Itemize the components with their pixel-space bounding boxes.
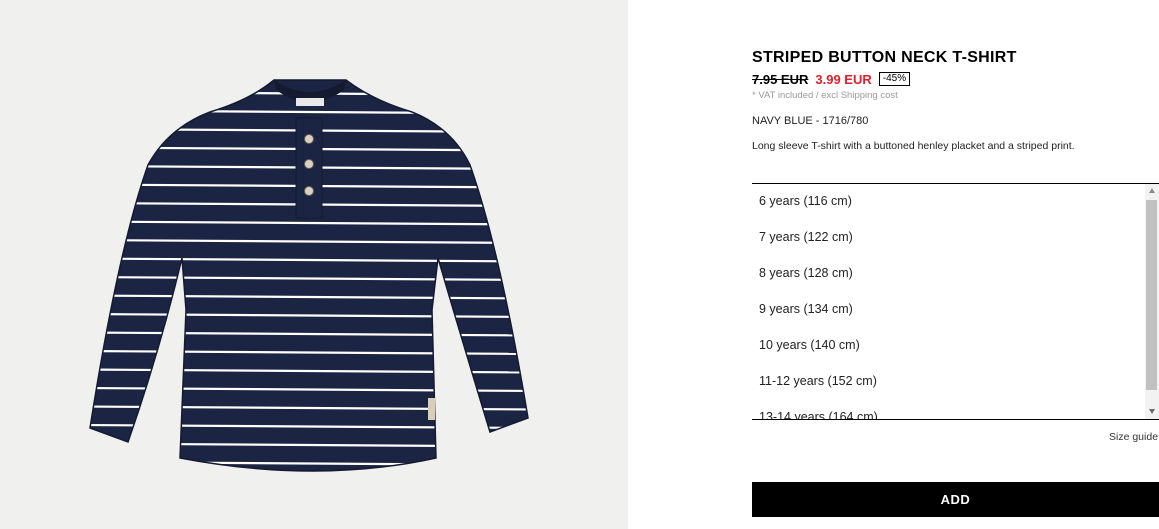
size-option[interactable]: 13-14 years (164 cm) [759,410,878,419]
color-reference: NAVY BLUE - 1716/780 [752,115,869,127]
size-list-scrollbar[interactable] [1145,184,1159,419]
stripe [90,423,528,430]
scroll-thumb[interactable] [1146,200,1157,390]
label-tag-icon [428,398,435,420]
scroll-up-arrow-icon[interactable] [1149,188,1155,193]
sale-price: 3.99 EUR [815,71,872,87]
size-option[interactable]: 10 years (140 cm) [759,338,860,352]
stripe [90,442,528,448]
size-selector[interactable]: 6 years (116 cm) 7 years (122 cm) 8 year… [752,183,1159,420]
size-option[interactable]: 11-12 years (152 cm) [759,374,877,388]
product-image [0,0,628,529]
price-row: 7.95 EUR 3.99 EUR -45% [752,70,911,88]
product-page: STRIPED BUTTON NECK T-SHIRT 7.95 EUR 3.9… [0,0,1159,529]
vat-note: * VAT included / excl Shipping cost [752,90,898,101]
button-icon [304,134,314,144]
stripe [90,386,528,393]
stripe [90,405,528,411]
size-option[interactable]: 7 years (122 cm) [759,230,853,244]
discount-badge: -45% [878,72,911,86]
product-info: STRIPED BUTTON NECK T-SHIRT 7.95 EUR 3.9… [752,0,1159,529]
size-guide-link[interactable]: Size guide [1109,431,1158,443]
product-title: STRIPED BUTTON NECK T-SHIRT [752,49,1017,66]
size-option[interactable]: 8 years (128 cm) [759,266,853,280]
stripe [90,460,528,467]
add-to-cart-button[interactable]: ADD [752,482,1159,517]
neck-label-icon [296,98,324,106]
product-description: Long sleeve T-shirt with a buttoned henl… [752,140,1075,152]
striped-tshirt-illustration [80,79,540,484]
old-price: 7.95 EUR [752,71,809,87]
size-option[interactable]: 9 years (134 cm) [759,302,853,316]
button-icon [304,159,314,169]
stripe [90,109,528,115]
scroll-down-arrow-icon[interactable] [1149,409,1155,414]
stripe [80,481,540,484]
size-option[interactable]: 6 years (116 cm) [759,194,852,208]
button-icon [304,186,314,196]
